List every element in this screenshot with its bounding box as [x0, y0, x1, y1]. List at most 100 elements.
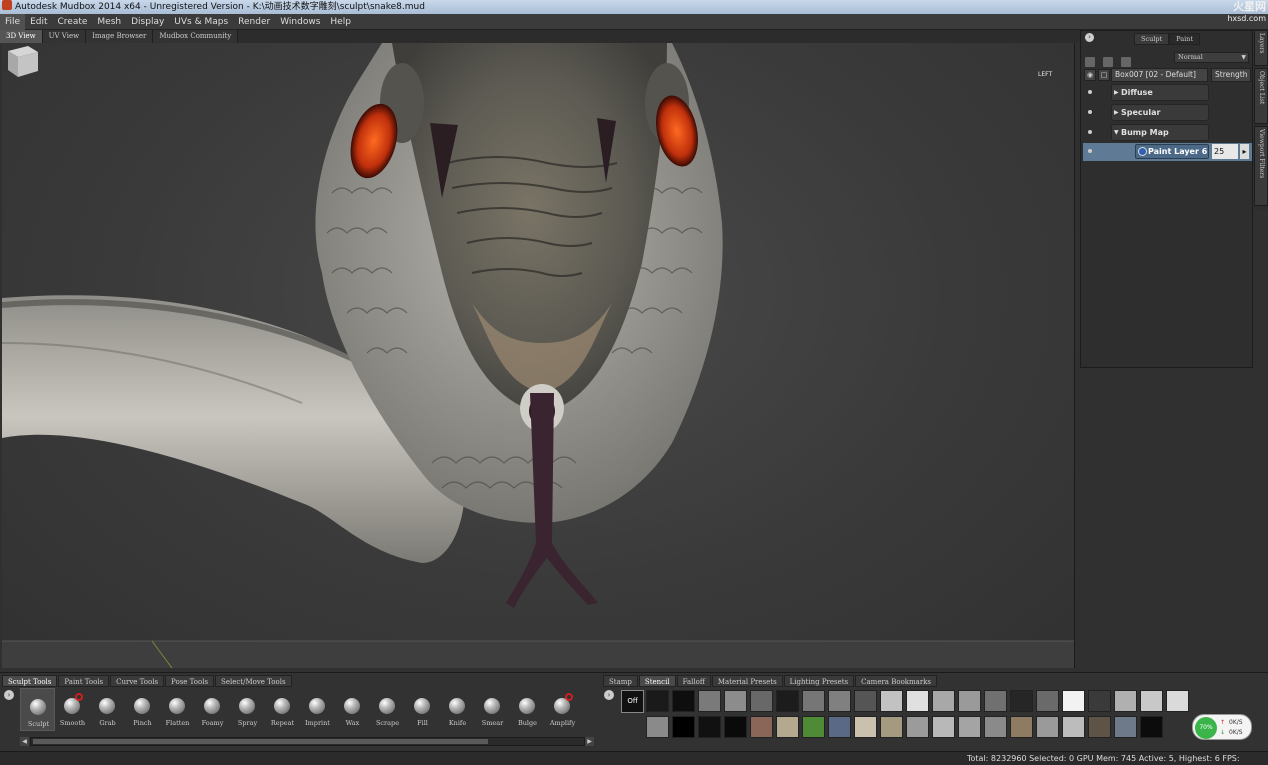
visibility-eye-icon[interactable]: ◉	[1084, 69, 1096, 81]
tool-smear[interactable]: Smear	[475, 688, 510, 731]
stencil-swatch[interactable]	[1062, 690, 1085, 712]
stencil-swatch[interactable]	[880, 716, 903, 738]
stencil-swatch[interactable]	[776, 716, 799, 738]
tab-stencil[interactable]: Stencil	[638, 675, 676, 687]
stencil-swatch[interactable]	[854, 716, 877, 738]
tool-repeat[interactable]: Repeat	[265, 688, 300, 731]
menu-render[interactable]: Render	[233, 14, 275, 30]
tab-3d-view[interactable]: 3D View	[0, 30, 43, 43]
stencil-swatch[interactable]	[1114, 716, 1137, 738]
tool-wax[interactable]: Wax	[335, 688, 370, 731]
tool-sculpt[interactable]: Sculpt	[20, 688, 55, 731]
stencil-swatch[interactable]	[646, 716, 669, 738]
tab-image-browser[interactable]: Image Browser	[86, 30, 154, 43]
lock-icon[interactable]: □	[1098, 69, 1110, 81]
layer-group-diffuse[interactable]: ▶ Diffuse	[1083, 84, 1252, 102]
side-tab-object-list[interactable]: Object List	[1254, 68, 1268, 124]
tool-scrape[interactable]: Scrape	[370, 688, 405, 731]
tab-paint-layers[interactable]: Paint	[1169, 33, 1200, 45]
stencil-swatch[interactable]	[724, 716, 747, 738]
stencil-swatch[interactable]	[984, 690, 1007, 712]
stencil-swatch[interactable]	[1114, 690, 1137, 712]
stencil-swatch[interactable]	[958, 690, 981, 712]
layer-strength-input[interactable]: 25	[1212, 144, 1238, 159]
stencil-swatch[interactable]	[1010, 716, 1033, 738]
tool-imprint[interactable]: Imprint	[300, 688, 335, 731]
layer-group-button[interactable]: ▶ Diffuse	[1111, 84, 1209, 101]
tool-pinch[interactable]: Pinch	[125, 688, 160, 731]
layer-group-button[interactable]: ▶ Specular	[1111, 104, 1209, 121]
stencil-swatch[interactable]	[698, 690, 721, 712]
stencil-swatch[interactable]	[1140, 690, 1163, 712]
stencil-swatch[interactable]	[1036, 716, 1059, 738]
strength-slider-button[interactable]: ▸	[1240, 144, 1249, 159]
new-layer-icon[interactable]	[1085, 57, 1095, 67]
stencil-swatch[interactable]	[802, 716, 825, 738]
stencil-swatch[interactable]	[880, 690, 903, 712]
visibility-dot-icon[interactable]	[1088, 149, 1092, 153]
tray-options-icon[interactable]: ›	[4, 690, 14, 700]
tab-curve-tools[interactable]: Curve Tools	[110, 675, 165, 687]
panel-collapse-icon[interactable]: ›	[1085, 33, 1094, 42]
stencil-swatch[interactable]	[724, 690, 747, 712]
side-tab-viewport-filters[interactable]: Viewport Filters	[1254, 126, 1268, 206]
visibility-dot-icon[interactable]	[1088, 110, 1092, 114]
tool-smooth[interactable]: Smooth	[55, 688, 90, 731]
stencil-swatch[interactable]	[802, 690, 825, 712]
stencil-swatch[interactable]	[932, 690, 955, 712]
paint-layer-button[interactable]: Paint Layer 6	[1135, 144, 1209, 159]
menu-uvs-maps[interactable]: UVs & Maps	[169, 14, 233, 30]
stencil-swatch[interactable]	[828, 716, 851, 738]
stencil-swatch[interactable]	[1140, 716, 1163, 738]
tool-bulge[interactable]: Bulge	[510, 688, 545, 731]
stencil-swatch[interactable]	[646, 690, 669, 712]
menu-windows[interactable]: Windows	[275, 14, 325, 30]
stencil-swatch[interactable]	[672, 716, 695, 738]
view-cube[interactable]	[2, 43, 40, 81]
menu-mesh[interactable]: Mesh	[92, 14, 126, 30]
stencil-swatch[interactable]	[750, 690, 773, 712]
visibility-dot-icon[interactable]	[1088, 130, 1092, 134]
blend-mode-select[interactable]: Normal ▼	[1174, 52, 1249, 63]
tab-pose-tools[interactable]: Pose Tools	[165, 675, 215, 687]
tab-material-presets[interactable]: Material Presets	[711, 675, 783, 687]
stencil-swatch[interactable]	[932, 716, 955, 738]
side-tab-layers[interactable]: Layers	[1254, 30, 1268, 66]
stencil-options-icon[interactable]: ›	[604, 690, 614, 700]
stencil-swatch[interactable]	[906, 716, 929, 738]
tab-falloff[interactable]: Falloff	[676, 675, 711, 687]
stencil-swatch[interactable]	[1166, 690, 1189, 712]
tab-sculpt-tools[interactable]: Sculpt Tools	[2, 675, 58, 687]
stencil-swatch[interactable]	[1088, 716, 1111, 738]
tool-tray-scrollbar[interactable]	[30, 737, 585, 746]
tool-amplify[interactable]: Amplify	[545, 688, 580, 731]
stencil-swatch[interactable]	[776, 690, 799, 712]
stencil-swatch[interactable]	[906, 690, 929, 712]
menu-create[interactable]: Create	[53, 14, 93, 30]
tab-stamp[interactable]: Stamp	[603, 675, 638, 687]
scrollbar-thumb[interactable]	[33, 739, 488, 744]
menu-display[interactable]: Display	[126, 14, 169, 30]
paint-layer-row[interactable]: Paint Layer 6 25 ▸	[1083, 143, 1252, 161]
tool-spray[interactable]: Spray	[230, 688, 265, 731]
stencil-swatch[interactable]	[984, 716, 1007, 738]
menu-edit[interactable]: Edit	[25, 14, 52, 30]
3d-viewport[interactable]: LEFT	[2, 43, 1075, 668]
tool-fill[interactable]: Fill	[405, 688, 440, 731]
layer-group-bump-map[interactable]: ▼ Bump Map	[1083, 124, 1252, 142]
tab-camera-bookmarks[interactable]: Camera Bookmarks	[855, 675, 938, 687]
tab-mudbox-community[interactable]: Mudbox Community	[153, 30, 239, 43]
stencil-swatch[interactable]	[828, 690, 851, 712]
tool-flatten[interactable]: Flatten	[160, 688, 195, 731]
stencil-swatch[interactable]	[1010, 690, 1033, 712]
tool-foamy[interactable]: Foamy	[195, 688, 230, 731]
stencil-swatch[interactable]	[698, 716, 721, 738]
stencil-swatch[interactable]	[1062, 716, 1085, 738]
tab-select-move-tools[interactable]: Select/Move Tools	[215, 675, 292, 687]
tool-grab[interactable]: Grab	[90, 688, 125, 731]
layer-group-specular[interactable]: ▶ Specular	[1083, 104, 1252, 122]
tool-knife[interactable]: Knife	[440, 688, 475, 731]
visibility-dot-icon[interactable]	[1088, 90, 1092, 94]
menu-file[interactable]: File	[0, 14, 26, 30]
tab-sculpt-layers[interactable]: Sculpt	[1134, 33, 1170, 45]
